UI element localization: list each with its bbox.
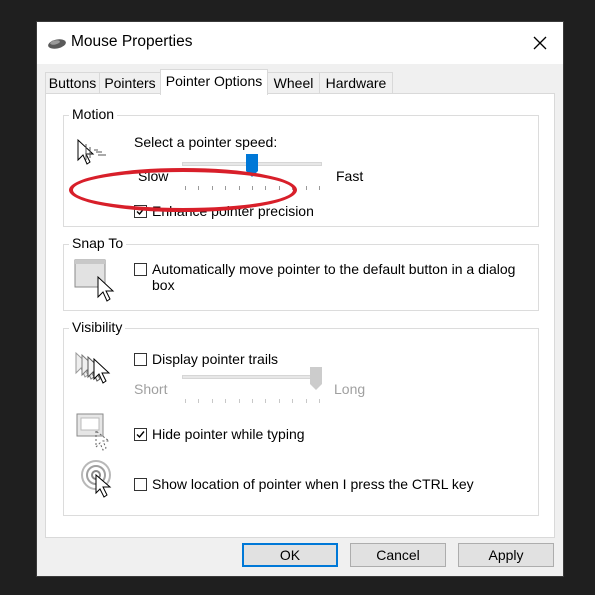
mouse-properties-dialog: Mouse Properties Buttons Pointers Pointe… [36, 21, 564, 577]
slider-tick [306, 399, 307, 403]
hide-pointer-label[interactable]: Hide pointer while typing [152, 426, 305, 442]
mouse-icon [47, 37, 67, 53]
tab-buttons[interactable]: Buttons [45, 72, 100, 93]
slider-tick [265, 186, 266, 190]
motion-group-label: Motion [69, 106, 118, 122]
slider-tick [319, 186, 320, 190]
tab-hardware[interactable]: Hardware [319, 72, 393, 93]
slider-tick [239, 399, 240, 403]
slider-track [182, 375, 322, 379]
long-label: Long [334, 381, 366, 397]
short-label: Short [134, 381, 168, 397]
pointer-location-icon [80, 459, 120, 502]
slider-tick [279, 399, 280, 403]
slider-tick [239, 186, 240, 190]
pointer-trails-icon [74, 351, 118, 388]
enhance-precision-checkbox[interactable] [134, 205, 147, 218]
title-bar[interactable]: Mouse Properties [37, 22, 563, 64]
slider-tick [265, 399, 266, 403]
slider-thumb[interactable] [246, 154, 258, 181]
tab-pointers[interactable]: Pointers [99, 72, 161, 93]
slider-tick [198, 186, 199, 190]
hide-pointer-checkbox[interactable] [134, 428, 147, 441]
slider-tick [252, 399, 253, 403]
slider-tick [225, 186, 226, 190]
close-icon [533, 36, 547, 50]
slider-tick [319, 399, 320, 403]
pointer-speed-slider[interactable] [182, 154, 322, 190]
pointer-trails-label[interactable]: Display pointer trails [152, 351, 278, 367]
pointer-trails-checkbox[interactable] [134, 353, 147, 366]
slider-tick [212, 399, 213, 403]
snap-to-icon [74, 259, 118, 306]
tab-wheel[interactable]: Wheel [267, 72, 320, 93]
slider-tick [198, 399, 199, 403]
snap-to-label-line1[interactable]: Automatically move pointer to the defaul… [152, 261, 515, 277]
ok-button[interactable]: OK [242, 543, 338, 567]
enhance-precision-label[interactable]: Enhance pointer precision [152, 203, 314, 219]
visibility-group: Visibility Display pointer trails Short … [63, 319, 539, 516]
show-location-checkbox[interactable] [134, 478, 147, 491]
visibility-group-label: Visibility [69, 319, 126, 335]
slider-tick [252, 186, 253, 190]
snap-to-label-line2[interactable]: box [152, 277, 175, 293]
hide-pointer-icon [76, 413, 116, 456]
slider-tick [279, 186, 280, 190]
slider-tick [292, 186, 293, 190]
speed-prompt: Select a pointer speed: [134, 134, 278, 150]
show-location-label[interactable]: Show location of pointer when I press th… [152, 476, 474, 492]
snap-to-checkbox[interactable] [134, 263, 147, 276]
slider-tick [292, 399, 293, 403]
apply-button[interactable]: Apply [458, 543, 554, 567]
cancel-button[interactable]: Cancel [350, 543, 446, 567]
slider-tick [185, 186, 186, 190]
window-title: Mouse Properties [71, 33, 193, 50]
pointer-speed-icon [76, 138, 112, 173]
snap-to-group-label: Snap To [69, 235, 127, 251]
slow-label: Slow [138, 168, 169, 184]
slider-tick [306, 186, 307, 190]
trail-length-slider[interactable] [182, 367, 322, 403]
slider-tick [212, 186, 213, 190]
slider-tick [225, 399, 226, 403]
slider-thumb[interactable] [310, 367, 322, 394]
pointer-options-panel: Motion Select a pointer speed: Slow Fast [45, 93, 555, 538]
motion-group: Motion Select a pointer speed: Slow Fast [63, 106, 539, 227]
checkmark-icon [136, 208, 145, 216]
fast-label: Fast [336, 168, 364, 184]
slider-tick [185, 399, 186, 403]
close-button[interactable] [517, 22, 563, 64]
tab-pointer-options[interactable]: Pointer Options [160, 69, 268, 95]
snap-to-group: Snap To Automatically move pointer to th… [63, 235, 539, 311]
checkmark-icon [136, 431, 145, 439]
